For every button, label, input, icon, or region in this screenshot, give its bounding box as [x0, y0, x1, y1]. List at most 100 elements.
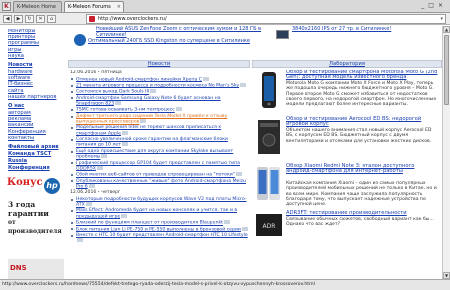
comments-badge-icon	[101, 154, 108, 159]
status-url: http://www.overclockers.ru/hardnews/7555…	[2, 282, 315, 287]
scrollbar-thumb[interactable]	[444, 35, 449, 105]
sidebar-ad-banner[interactable]: Конус hp	[6, 177, 60, 196]
ad-line: гарантии	[8, 209, 49, 218]
footer-ad[interactable]: DNS	[8, 259, 64, 279]
navigation-toolbar: ◀ ▶ ↻ ✕ ⌂ http://www.overclockers.ru/ ▾	[0, 13, 450, 25]
news-item[interactable]: Mass Effect: Andromeda будет на новых ко…	[68, 208, 250, 219]
news-item[interactable]: Некоторые подробности будущих корпусов W…	[68, 197, 250, 208]
promo-link[interactable]: Оптимальный 240ГБ SSD Kingston по суперц…	[68, 38, 268, 44]
news-item[interactable]: TSMC готова осваивать 3-нм техпроцесс	[68, 107, 250, 113]
lab-article-title[interactable]: ADR3FT: тестирование производительности	[286, 210, 440, 216]
svg-text:ADR: ADR	[263, 223, 276, 230]
comments-badge-icon	[115, 100, 122, 105]
comments-badge-icon	[175, 107, 182, 112]
dns-logo: DNS	[10, 264, 27, 272]
lab-section-header[interactable]: Лаборатория	[252, 60, 442, 68]
news-item[interactable]: Графический процессор GP104 будет предст…	[68, 161, 250, 172]
tab-k-meleon-forums[interactable]: K-Meleon Forums ×	[64, 1, 124, 12]
vertical-scrollbar[interactable]: ▲ ▼	[442, 26, 450, 279]
browser-tab-bar: K K-Meleon Home K-Meleon Forums × _□×	[0, 0, 450, 13]
stop-icon[interactable]: ✕	[36, 15, 45, 23]
lab-article-desc: Motorola Moto G компании Moto X Force и …	[286, 81, 437, 108]
url-input[interactable]: http://www.overclockers.ru/ ▾	[86, 14, 446, 24]
sidebar-link-team[interactable]: Команда TSCT Russia	[0, 151, 66, 165]
news-item[interactable]: Вместе с HTC 10 будет представлен Androi…	[68, 233, 250, 244]
lab-article-title[interactable]: Обзор Xiaomi Redmi Note 3: эталон доступ…	[286, 163, 440, 175]
news-item[interactable]: Сбой многих веб-сайтов от приводов спров…	[68, 172, 250, 178]
news-item[interactable]: Android-смартфон Samsung Galaxy Note 6 б…	[68, 96, 250, 107]
scroll-down-icon[interactable]: ▼	[443, 272, 450, 279]
comments-badge-icon	[235, 172, 242, 177]
news-item[interactable]: Согласно увеличенной сроке гарантии на ф…	[68, 137, 250, 148]
comments-badge-icon	[140, 119, 147, 124]
news-item[interactable]: Модельные решения Intel не теряют шансов…	[68, 125, 250, 136]
comments-badge-icon	[241, 226, 248, 231]
sidebar-link-file-archive[interactable]: Файловый архив	[0, 144, 66, 151]
comments-badge-icon	[240, 82, 247, 87]
tab-k-meleon-home[interactable]: K-Meleon Home	[13, 1, 62, 12]
promo-link[interactable]: Новейший ASUS ZenFone Zoom с оптическим …	[68, 26, 268, 38]
news-item[interactable]: Опубликованы качественные "живые" фото A…	[68, 179, 250, 190]
sidebar-link-forum[interactable]: Конференция	[0, 165, 66, 172]
lab-article-desc: Китайская компания Xiaomi – один из самы…	[286, 181, 437, 208]
comments-badge-icon	[202, 76, 209, 81]
game-image-icon: ADR	[254, 212, 284, 250]
banner-promo-left: Новейший ASUS ZenFone Zoom с оптическим …	[68, 26, 268, 46]
phone-image-icon	[254, 71, 284, 109]
news-item[interactable]: 21 минута игрового процесса и подробност…	[68, 82, 250, 89]
banner-promo-right: 3840х2160 IPS от 27 тр. в Ситилинке!	[274, 26, 450, 56]
monitor-image-icon	[276, 30, 289, 39]
comments-badge-icon	[77, 238, 83, 243]
status-bar: http://www.overclockers.ru/hardnews/7555…	[0, 279, 450, 290]
comments-badge-icon	[121, 213, 128, 218]
pc-case-image-icon	[254, 118, 284, 156]
comments-badge-icon	[223, 220, 230, 225]
news-item[interactable]: Состоялся выход Dark Souls III	[68, 89, 250, 95]
lab-article[interactable]: Обзор и тестирование смартфона Motorola …	[252, 70, 442, 117]
url-text: http://www.overclockers.ru/	[98, 16, 167, 22]
top-banner: Новейший ASUS ZenFone Zoom с оптическим …	[68, 26, 450, 56]
hp-logo-icon: hp	[44, 178, 60, 194]
home-icon[interactable]: ⌂	[47, 15, 56, 23]
comments-badge-icon	[150, 89, 157, 94]
lab-article[interactable]: Обзор и тестирование Aerocool ED BS: нед…	[252, 116, 442, 164]
comments-badge-icon	[96, 165, 103, 170]
lab-article-title[interactable]: Обзор и тестирование Aerocool ED BS: нед…	[286, 116, 440, 128]
comments-badge-icon	[121, 130, 128, 135]
lab-article-title[interactable]: Обзор и тестирование смартфона Motorola …	[286, 70, 440, 81]
asus-logo-icon	[74, 34, 86, 46]
warranty-ad[interactable]: 3 года гарантии от производителя	[8, 200, 66, 236]
lab-article-desc: Объектом нашего внимания стал новый корп…	[286, 128, 432, 144]
news-item[interactable]: Блок питания Lian Li PE-750 и PE-550 вып…	[68, 226, 250, 233]
left-sidebar: мониторы принтеры программы игры наука Н…	[0, 26, 66, 279]
tab-label: K-Meleon Home	[17, 4, 56, 10]
k-meleon-logo-icon: K	[2, 2, 11, 11]
news-section-header[interactable]: Новости	[68, 60, 250, 68]
comments-badge-icon	[85, 202, 92, 207]
comments-badge-icon	[88, 183, 95, 188]
news-item[interactable]: Отменен новый Android-смартфон линейки X…	[68, 76, 250, 83]
site-favicon-icon	[89, 16, 95, 22]
reload-icon[interactable]: ↻	[25, 15, 34, 23]
scroll-up-icon[interactable]: ▲	[443, 26, 450, 33]
comments-badge-icon	[121, 142, 128, 147]
phone-image-icon	[254, 165, 284, 203]
close-icon[interactable]: ×	[117, 2, 121, 12]
sidebar-heading-about[interactable]: О нас	[0, 103, 66, 110]
sidebar-heading-news[interactable]: Новости	[0, 62, 66, 69]
back-icon[interactable]: ◀	[3, 15, 12, 23]
lab-list: Обзор и тестирование смартфона Motorola …	[252, 70, 442, 279]
lab-article[interactable]: ADR ADR3FT: тестирование производительно…	[252, 210, 442, 258]
forward-icon[interactable]: ▶	[14, 15, 23, 23]
lab-article[interactable]: Обзор Xiaomi Redmi Note 3: эталон доступ…	[252, 163, 442, 211]
dropdown-arrow-icon[interactable]: ▾	[440, 15, 443, 24]
lab-article-desc: Связывание обычных сюжетов, свободный ва…	[286, 217, 434, 228]
ad-line: от производителя	[8, 219, 62, 235]
news-item[interactable]: Ещё одно происшествие для округа компани…	[68, 149, 250, 160]
ad-line: 3 года	[8, 200, 36, 209]
news-item[interactable]: Близкий по функциям планшет от производи…	[68, 220, 250, 226]
news-item-highlighted[interactable]: Дефект третьего ряда сидений Tesla Model…	[68, 114, 250, 125]
promo-link[interactable]: 3840х2160 IPS от 27 тр. в Ситилинке!	[274, 26, 450, 32]
sidebar-link-partners[interactable]: наших партнеров	[0, 94, 66, 100]
window-controls[interactable]: _□×	[421, 2, 447, 9]
